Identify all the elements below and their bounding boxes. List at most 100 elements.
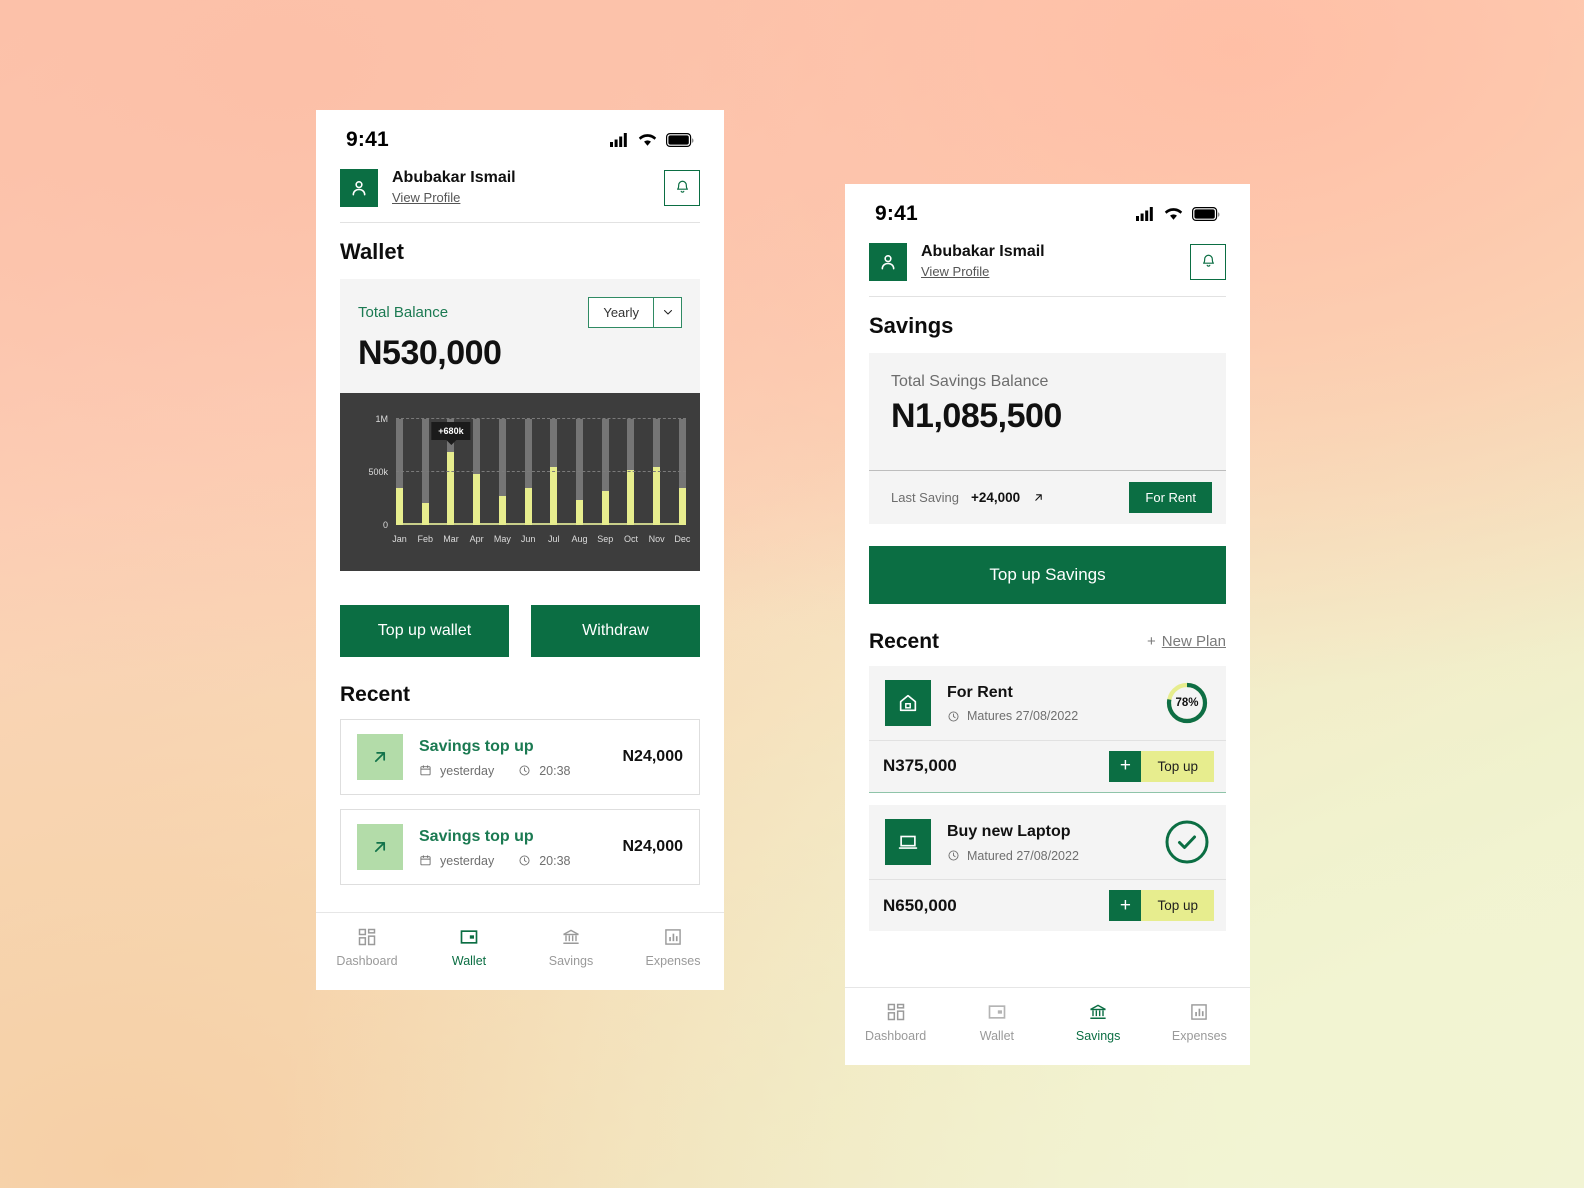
chart-bar-column[interactable]: May bbox=[494, 418, 511, 544]
transaction-time: 20:38 bbox=[539, 853, 571, 868]
notifications-button[interactable] bbox=[1190, 243, 1226, 280]
plus-icon: + bbox=[1109, 750, 1142, 782]
total-balance-amount: N530,000 bbox=[358, 333, 502, 372]
chart-bar-column[interactable]: Jun bbox=[521, 418, 535, 544]
tab-label: Dashboard bbox=[865, 1029, 927, 1043]
calendar-icon bbox=[420, 855, 431, 866]
clock-icon bbox=[948, 711, 959, 722]
chart-bar-column[interactable]: Nov bbox=[649, 418, 665, 544]
plan-amount: N650,000 bbox=[883, 895, 957, 915]
last-saving-value: +24,000 bbox=[970, 489, 1021, 505]
plan-top-up-button[interactable]: + Top up bbox=[1109, 890, 1214, 921]
view-profile-link[interactable]: View Profile bbox=[392, 188, 650, 208]
profile-row[interactable]: Abubakar Ismail View Profile bbox=[845, 232, 1250, 282]
clock-icon bbox=[948, 850, 959, 861]
chart-y-tick-label: 500k bbox=[368, 466, 388, 477]
transaction-time: 20:38 bbox=[539, 763, 571, 778]
chart-bar-column[interactable]: Jan bbox=[392, 418, 407, 544]
profile-name: Abubakar Ismail bbox=[921, 243, 1045, 260]
chart-tooltip: +680k bbox=[431, 422, 471, 441]
chart-bar-column[interactable]: Dec bbox=[674, 418, 690, 544]
transaction-row[interactable]: Savings top up yesterday 20:38 N24,000 bbox=[340, 718, 700, 795]
plan-maturity: Matured 27/08/2022 bbox=[967, 848, 1079, 863]
new-plan-button[interactable]: + New Plan bbox=[1147, 633, 1226, 650]
chart-y-tick-label: 1M bbox=[375, 413, 388, 424]
chart-gridline: 1M bbox=[375, 414, 686, 424]
plan-top-up-label: Top up bbox=[1141, 750, 1214, 782]
status-bar: 9:41 bbox=[845, 184, 1250, 232]
transaction-amount: N24,000 bbox=[622, 837, 684, 855]
bar-chart-icon bbox=[1191, 1004, 1208, 1020]
plan-title: Buy new Laptop bbox=[947, 823, 1071, 841]
period-select-value: Yearly bbox=[603, 304, 639, 320]
plan-top-up-button[interactable]: + Top up bbox=[1109, 750, 1214, 782]
tab-savings[interactable]: Savings bbox=[520, 927, 622, 968]
top-up-savings-button[interactable]: Top up Savings bbox=[869, 545, 1226, 604]
tab-expenses[interactable]: Expenses bbox=[622, 927, 724, 968]
chart-bar-column[interactable]: Mar +680k bbox=[431, 418, 471, 544]
tab-dashboard[interactable]: Dashboard bbox=[845, 1002, 946, 1043]
status-time: 9:41 bbox=[875, 202, 918, 225]
arrow-up-right-icon bbox=[357, 733, 403, 780]
notifications-button[interactable] bbox=[664, 169, 700, 206]
chart-x-tick-label: Apr bbox=[469, 533, 484, 544]
tab-label: Dashboard bbox=[336, 954, 398, 968]
transaction-date: yesterday bbox=[440, 853, 495, 868]
top-up-wallet-button[interactable]: Top up wallet bbox=[340, 604, 509, 657]
transaction-title: Savings top up bbox=[419, 828, 534, 846]
withdraw-button[interactable]: Withdraw bbox=[531, 604, 700, 657]
chart-bar-fill bbox=[473, 473, 481, 525]
battery-full-icon bbox=[666, 133, 694, 147]
chart-bar-column[interactable]: Sep bbox=[597, 418, 613, 544]
last-saving-plan-chip[interactable]: For Rent bbox=[1129, 481, 1212, 513]
tab-wallet[interactable]: Wallet bbox=[946, 1002, 1047, 1043]
tab-label: Expenses bbox=[1171, 1029, 1227, 1043]
status-bar: 9:41 bbox=[316, 110, 724, 158]
plan-amount: N375,000 bbox=[883, 756, 957, 775]
tab-savings[interactable]: Savings bbox=[1048, 1002, 1149, 1043]
tab-wallet[interactable]: Wallet bbox=[418, 927, 520, 968]
chart-x-tick-label: Jul bbox=[548, 533, 560, 544]
period-select[interactable]: Yearly bbox=[588, 296, 682, 328]
chart-bar-column[interactable]: Feb bbox=[417, 418, 433, 544]
chart-x-tick-label: Jun bbox=[520, 533, 536, 544]
progress-ring: 78% bbox=[1164, 680, 1210, 726]
transaction-row[interactable]: Savings top up yesterday 20:38 N24,000 bbox=[340, 808, 700, 885]
transaction-title: Savings top up bbox=[419, 738, 534, 756]
savings-plan-card[interactable]: Buy new Laptop Matured 27/08/2022 N650,000… bbox=[869, 805, 1226, 931]
bar-chart-icon bbox=[665, 929, 681, 945]
bank-icon bbox=[1090, 1004, 1106, 1019]
chart-bar-fill bbox=[498, 495, 506, 525]
page-title: Wallet bbox=[340, 238, 404, 264]
wifi-icon bbox=[1164, 208, 1183, 220]
plan-top-up-label: Top up bbox=[1141, 890, 1214, 921]
chart-x-tick-label: Feb bbox=[417, 533, 433, 544]
view-profile-link[interactable]: View Profile bbox=[921, 262, 1176, 282]
chart-bar-column[interactable]: Apr bbox=[470, 418, 484, 544]
tab-dashboard[interactable]: Dashboard bbox=[316, 927, 418, 968]
tab-label: Savings bbox=[1075, 1029, 1121, 1043]
tab-label: Savings bbox=[548, 954, 594, 968]
savings-plan-card[interactable]: For Rent Matures 27/08/2022 78% N375,000 + To… bbox=[869, 665, 1226, 792]
chart-bar-fill bbox=[396, 488, 403, 525]
recent-title: Recent bbox=[869, 629, 940, 653]
chart-bar-column[interactable]: Oct bbox=[624, 418, 638, 544]
chevron-down-icon[interactable] bbox=[653, 297, 681, 327]
status-time: 9:41 bbox=[346, 128, 389, 151]
chart-bar-column[interactable]: Jul bbox=[548, 418, 560, 544]
profile-row[interactable]: Abubakar Ismail View Profile bbox=[316, 158, 724, 208]
laptop-icon bbox=[885, 819, 931, 865]
chart-bar-column[interactable]: Aug bbox=[572, 418, 588, 544]
total-balance-card: Total Balance Yearly N530,000 Jan Feb Mar +… bbox=[340, 278, 700, 571]
transaction-date: yesterday bbox=[440, 763, 495, 778]
recent-title: Recent bbox=[340, 682, 411, 706]
wallet-phone-screen: 9:41 Abubakar Ismail View Profile Wallet… bbox=[316, 110, 724, 990]
tab-expenses[interactable]: Expenses bbox=[1149, 1002, 1250, 1043]
user-avatar-icon bbox=[340, 168, 378, 207]
dashboard-grid-icon bbox=[887, 1003, 904, 1021]
user-avatar-icon bbox=[869, 242, 907, 281]
chart-x-tick-label: Aug bbox=[571, 533, 588, 544]
chart-x-tick-label: Mar bbox=[443, 533, 459, 544]
chart-gridline: 0 bbox=[383, 520, 686, 530]
new-plan-label: New Plan bbox=[1161, 633, 1226, 650]
